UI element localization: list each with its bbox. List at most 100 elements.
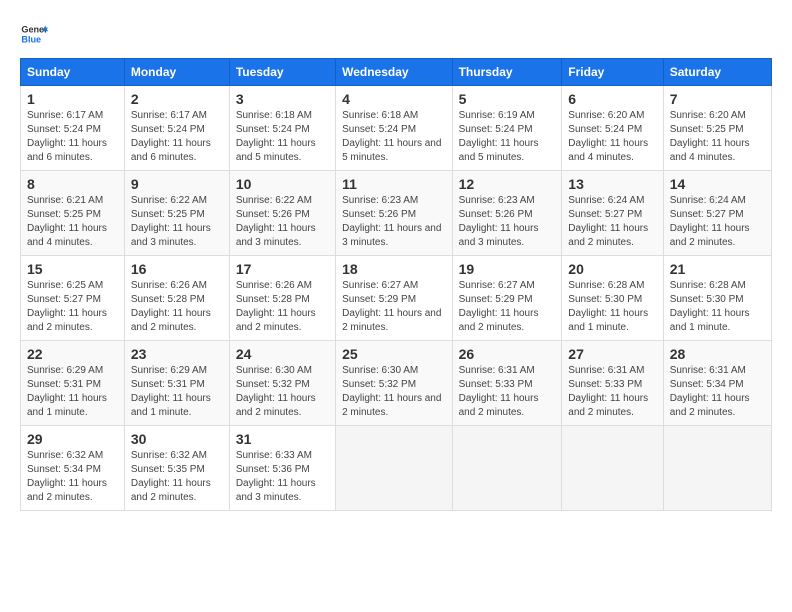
day-info: Sunrise: 6:23 AM Sunset: 5:26 PM Dayligh… [342,194,446,250]
calendar-cell: 21Sunrise: 6:28 AM Sunset: 5:30 PM Dayli… [663,256,771,341]
calendar-cell: 6 Sunrise: 6:20 AM Sunset: 5:24 PM Daylig… [562,86,663,171]
calendar-cell: 15 Sunrise: 6:25 AM Sunset: 5:27 PM Dayli… [21,256,125,341]
col-header-wednesday: Wednesday [336,59,453,86]
calendar-cell: 17 Sunrise: 6:26 AM Sunset: 5:28 PM Dayli… [229,256,335,341]
day-info: Sunrise: 6:31 AM Sunset: 5:33 PM Dayligh… [459,364,556,420]
calendar-cell: 18Sunrise: 6:27 AM Sunset: 5:29 PM Dayli… [336,256,453,341]
calendar-cell: 31 Sunrise: 6:33 AM Sunset: 5:36 PM Dayli… [229,426,335,511]
calendar-cell: 14 Sunrise: 6:24 AM Sunset: 5:27 PM Dayli… [663,171,771,256]
day-number: 23 [131,346,223,362]
day-number: 6 [568,91,656,107]
day-number: 13 [568,176,656,192]
day-info: Sunrise: 6:21 AM Sunset: 5:25 PM Dayligh… [27,194,118,250]
calendar-table: SundayMondayTuesdayWednesdayThursdayFrid… [20,58,772,511]
day-number: 17 [236,261,329,277]
calendar-cell: 19 Sunrise: 6:27 AM Sunset: 5:29 PM Dayli… [452,256,562,341]
day-number: 7 [670,91,765,107]
week-row-0: 1 Sunrise: 6:17 AM Sunset: 5:24 PM Daylig… [21,86,772,171]
day-number: 10 [236,176,329,192]
day-info: Sunrise: 6:30 AM Sunset: 5:32 PM Dayligh… [236,364,329,420]
calendar-cell: 5 Sunrise: 6:19 AM Sunset: 5:24 PM Daylig… [452,86,562,171]
day-number: 11 [342,176,446,192]
week-row-2: 15 Sunrise: 6:25 AM Sunset: 5:27 PM Dayli… [21,256,772,341]
calendar-cell [336,426,453,511]
day-info: Sunrise: 6:30 AM Sunset: 5:32 PM Dayligh… [342,364,446,420]
calendar-cell [562,426,663,511]
day-info: Sunrise: 6:29 AM Sunset: 5:31 PM Dayligh… [131,364,223,420]
calendar-cell: 30Sunrise: 6:32 AM Sunset: 5:35 PM Dayli… [124,426,229,511]
logo-icon: General Blue [20,20,48,48]
day-info: Sunrise: 6:33 AM Sunset: 5:36 PM Dayligh… [236,449,329,505]
calendar-cell: 3 Sunrise: 6:18 AM Sunset: 5:24 PM Daylig… [229,86,335,171]
day-info: Sunrise: 6:28 AM Sunset: 5:30 PM Dayligh… [568,279,656,335]
day-number: 2 [131,91,223,107]
day-info: Sunrise: 6:24 AM Sunset: 5:27 PM Dayligh… [568,194,656,250]
day-info: Sunrise: 6:26 AM Sunset: 5:28 PM Dayligh… [131,279,223,335]
day-number: 3 [236,91,329,107]
day-info: Sunrise: 6:32 AM Sunset: 5:35 PM Dayligh… [131,449,223,505]
day-number: 4 [342,91,446,107]
day-info: Sunrise: 6:23 AM Sunset: 5:26 PM Dayligh… [459,194,556,250]
day-number: 8 [27,176,118,192]
day-number: 24 [236,346,329,362]
calendar-cell: 2 Sunrise: 6:17 AM Sunset: 5:24 PM Daylig… [124,86,229,171]
day-number: 28 [670,346,765,362]
day-info: Sunrise: 6:22 AM Sunset: 5:25 PM Dayligh… [131,194,223,250]
day-number: 29 [27,431,118,447]
calendar-cell: 4Sunrise: 6:18 AM Sunset: 5:24 PM Daylig… [336,86,453,171]
col-header-tuesday: Tuesday [229,59,335,86]
day-info: Sunrise: 6:20 AM Sunset: 5:24 PM Dayligh… [568,109,656,165]
day-info: Sunrise: 6:31 AM Sunset: 5:33 PM Dayligh… [568,364,656,420]
calendar-cell [452,426,562,511]
day-number: 14 [670,176,765,192]
day-info: Sunrise: 6:31 AM Sunset: 5:34 PM Dayligh… [670,364,765,420]
calendar-cell: 27 Sunrise: 6:31 AM Sunset: 5:33 PM Dayli… [562,341,663,426]
day-number: 19 [459,261,556,277]
calendar-cell: 22 Sunrise: 6:29 AM Sunset: 5:31 PM Dayli… [21,341,125,426]
calendar-cell: 28 Sunrise: 6:31 AM Sunset: 5:34 PM Dayli… [663,341,771,426]
day-number: 27 [568,346,656,362]
day-number: 22 [27,346,118,362]
calendar-cell: 10 Sunrise: 6:22 AM Sunset: 5:26 PM Dayli… [229,171,335,256]
calendar-cell: 20Sunrise: 6:28 AM Sunset: 5:30 PM Dayli… [562,256,663,341]
day-info: Sunrise: 6:19 AM Sunset: 5:24 PM Dayligh… [459,109,556,165]
day-info: Sunrise: 6:32 AM Sunset: 5:34 PM Dayligh… [27,449,118,505]
day-info: Sunrise: 6:20 AM Sunset: 5:25 PM Dayligh… [670,109,765,165]
calendar-cell: 13 Sunrise: 6:24 AM Sunset: 5:27 PM Dayli… [562,171,663,256]
svg-text:Blue: Blue [21,34,41,44]
calendar-cell [663,426,771,511]
calendar-cell: 26 Sunrise: 6:31 AM Sunset: 5:33 PM Dayli… [452,341,562,426]
day-info: Sunrise: 6:25 AM Sunset: 5:27 PM Dayligh… [27,279,118,335]
day-info: Sunrise: 6:17 AM Sunset: 5:24 PM Dayligh… [131,109,223,165]
week-row-1: 8 Sunrise: 6:21 AM Sunset: 5:25 PM Daylig… [21,171,772,256]
calendar-cell: 11 Sunrise: 6:23 AM Sunset: 5:26 PM Dayli… [336,171,453,256]
day-number: 15 [27,261,118,277]
day-number: 5 [459,91,556,107]
day-info: Sunrise: 6:29 AM Sunset: 5:31 PM Dayligh… [27,364,118,420]
calendar-cell: 24 Sunrise: 6:30 AM Sunset: 5:32 PM Dayli… [229,341,335,426]
day-info: Sunrise: 6:18 AM Sunset: 5:24 PM Dayligh… [236,109,329,165]
col-header-saturday: Saturday [663,59,771,86]
calendar-cell: 25 Sunrise: 6:30 AM Sunset: 5:32 PM Dayli… [336,341,453,426]
calendar-cell: 16Sunrise: 6:26 AM Sunset: 5:28 PM Dayli… [124,256,229,341]
day-info: Sunrise: 6:28 AM Sunset: 5:30 PM Dayligh… [670,279,765,335]
day-info: Sunrise: 6:17 AM Sunset: 5:24 PM Dayligh… [27,109,118,165]
day-number: 31 [236,431,329,447]
day-info: Sunrise: 6:26 AM Sunset: 5:28 PM Dayligh… [236,279,329,335]
calendar-cell: 23 Sunrise: 6:29 AM Sunset: 5:31 PM Dayli… [124,341,229,426]
logo: General Blue [20,20,48,48]
col-header-monday: Monday [124,59,229,86]
col-header-sunday: Sunday [21,59,125,86]
day-info: Sunrise: 6:27 AM Sunset: 5:29 PM Dayligh… [459,279,556,335]
day-info: Sunrise: 6:24 AM Sunset: 5:27 PM Dayligh… [670,194,765,250]
day-number: 1 [27,91,118,107]
page-header: General Blue [20,20,772,48]
calendar-cell: 9Sunrise: 6:22 AM Sunset: 5:25 PM Daylig… [124,171,229,256]
day-info: Sunrise: 6:22 AM Sunset: 5:26 PM Dayligh… [236,194,329,250]
week-row-4: 29 Sunrise: 6:32 AM Sunset: 5:34 PM Dayli… [21,426,772,511]
calendar-cell: 1 Sunrise: 6:17 AM Sunset: 5:24 PM Daylig… [21,86,125,171]
day-number: 26 [459,346,556,362]
col-header-friday: Friday [562,59,663,86]
calendar-cell: 29 Sunrise: 6:32 AM Sunset: 5:34 PM Dayli… [21,426,125,511]
day-number: 25 [342,346,446,362]
